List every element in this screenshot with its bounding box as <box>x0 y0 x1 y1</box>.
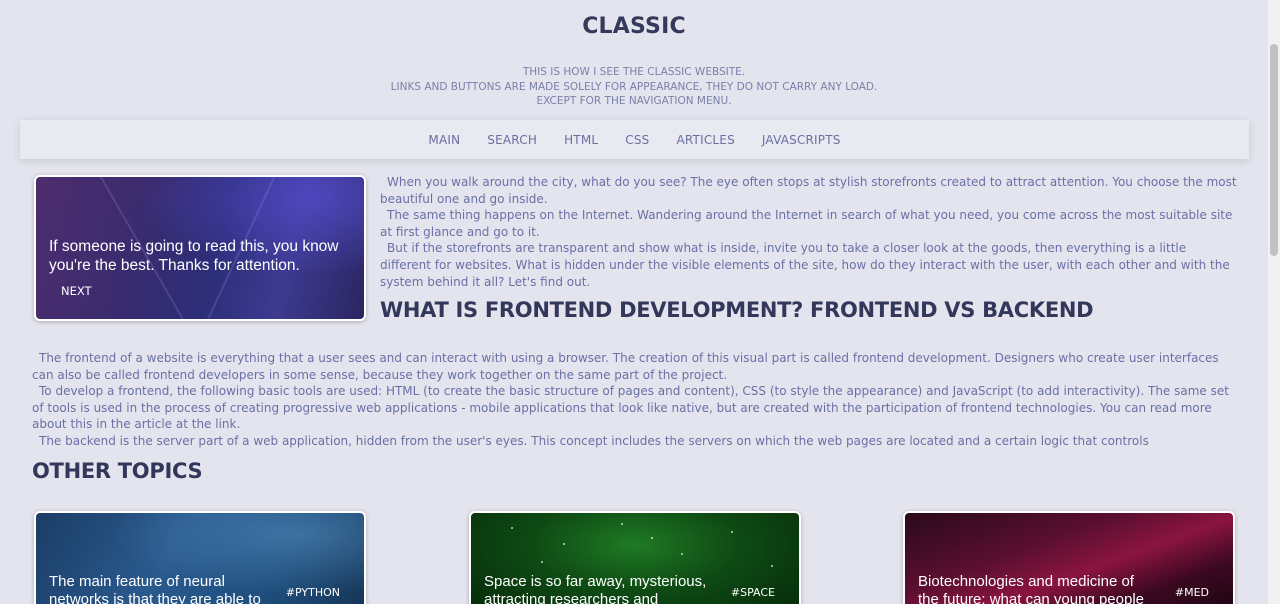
page: CLASSIC THIS IS HOW I SEE THE CLASSIC WE… <box>0 0 1268 604</box>
topic-card-tag[interactable]: #PYTHON <box>286 586 340 599</box>
intro-line: LINKS AND BUTTONS ARE MADE SOLELY FOR AP… <box>390 80 878 93</box>
intro-paragraph: When you walk around the city, what do y… <box>380 175 1237 206</box>
star-dot <box>771 565 773 567</box>
topic-card-tag[interactable]: #SPACE <box>731 586 775 599</box>
article-title: WHAT IS FRONTEND DEVELOPMENT? FRONTEND V… <box>380 298 1094 322</box>
vertical-scrollbar[interactable] <box>1268 0 1280 604</box>
topic-card-space[interactable]: Space is so far away, mysterious, attrac… <box>469 511 801 604</box>
nav-item-search[interactable]: SEARCH <box>487 133 537 147</box>
nav-item-css[interactable]: CSS <box>625 133 649 147</box>
intro-line: THIS IS HOW I SEE THE CLASSIC WEBSITE. <box>522 66 746 78</box>
hero-text: If someone is going to read this, you kn… <box>49 238 339 274</box>
star-dot <box>563 543 565 545</box>
topic-card-python[interactable]: The main feature of neural networks is t… <box>34 511 366 604</box>
intro-notice: THIS IS HOW I SEE THE CLASSIC WEBSITE. L… <box>0 65 1268 109</box>
intro-paragraph: But if the storefronts are transparent a… <box>380 241 1230 289</box>
topic-card-title: The main feature of neural networks is t… <box>49 573 261 604</box>
nav-item-articles[interactable]: ARTICLES <box>676 133 734 147</box>
navigation-menu: MAIN SEARCH HTML CSS ARTICLES JAVASCRIPT… <box>20 120 1249 159</box>
topic-card-title: Space is so far away, mysterious, attrac… <box>484 573 707 604</box>
article-paragraph: The backend is the server part of a web … <box>39 433 1149 448</box>
hero-card: If someone is going to read this, you kn… <box>34 175 366 321</box>
intro-line: EXCEPT FOR THE NAVIGATION MENU. <box>536 95 732 107</box>
star-dot <box>541 561 543 563</box>
other-topics-title: OTHER TOPICS <box>32 459 203 483</box>
article-body: The frontend of a website is everything … <box>32 350 1242 450</box>
article-paragraph: To develop a frontend, the following bas… <box>32 384 1229 432</box>
star-dot <box>731 531 733 533</box>
star-dot <box>511 527 513 529</box>
hero-next-button[interactable]: NEXT <box>61 284 92 298</box>
intro-paragraph: The same thing happens on the Internet. … <box>380 208 1233 239</box>
nav-item-html[interactable]: HTML <box>564 133 598 147</box>
topic-card-tag[interactable]: #MED <box>1175 586 1209 599</box>
article-paragraph: The frontend of a website is everything … <box>32 351 1219 382</box>
topic-card-med[interactable]: Biotechnologies and medicine of the futu… <box>903 511 1235 604</box>
intro-paragraphs: When you walk around the city, what do y… <box>380 174 1240 290</box>
nav-item-main[interactable]: MAIN <box>428 133 460 147</box>
site-title: CLASSIC <box>582 14 686 39</box>
nav-item-javascripts[interactable]: JAVASCRIPTS <box>762 133 841 147</box>
scrollbar-thumb[interactable] <box>1270 44 1278 256</box>
star-dot <box>651 537 653 539</box>
star-dot <box>681 553 683 555</box>
topic-card-title: Biotechnologies and medicine of the futu… <box>918 573 1144 604</box>
star-dot <box>621 523 623 525</box>
